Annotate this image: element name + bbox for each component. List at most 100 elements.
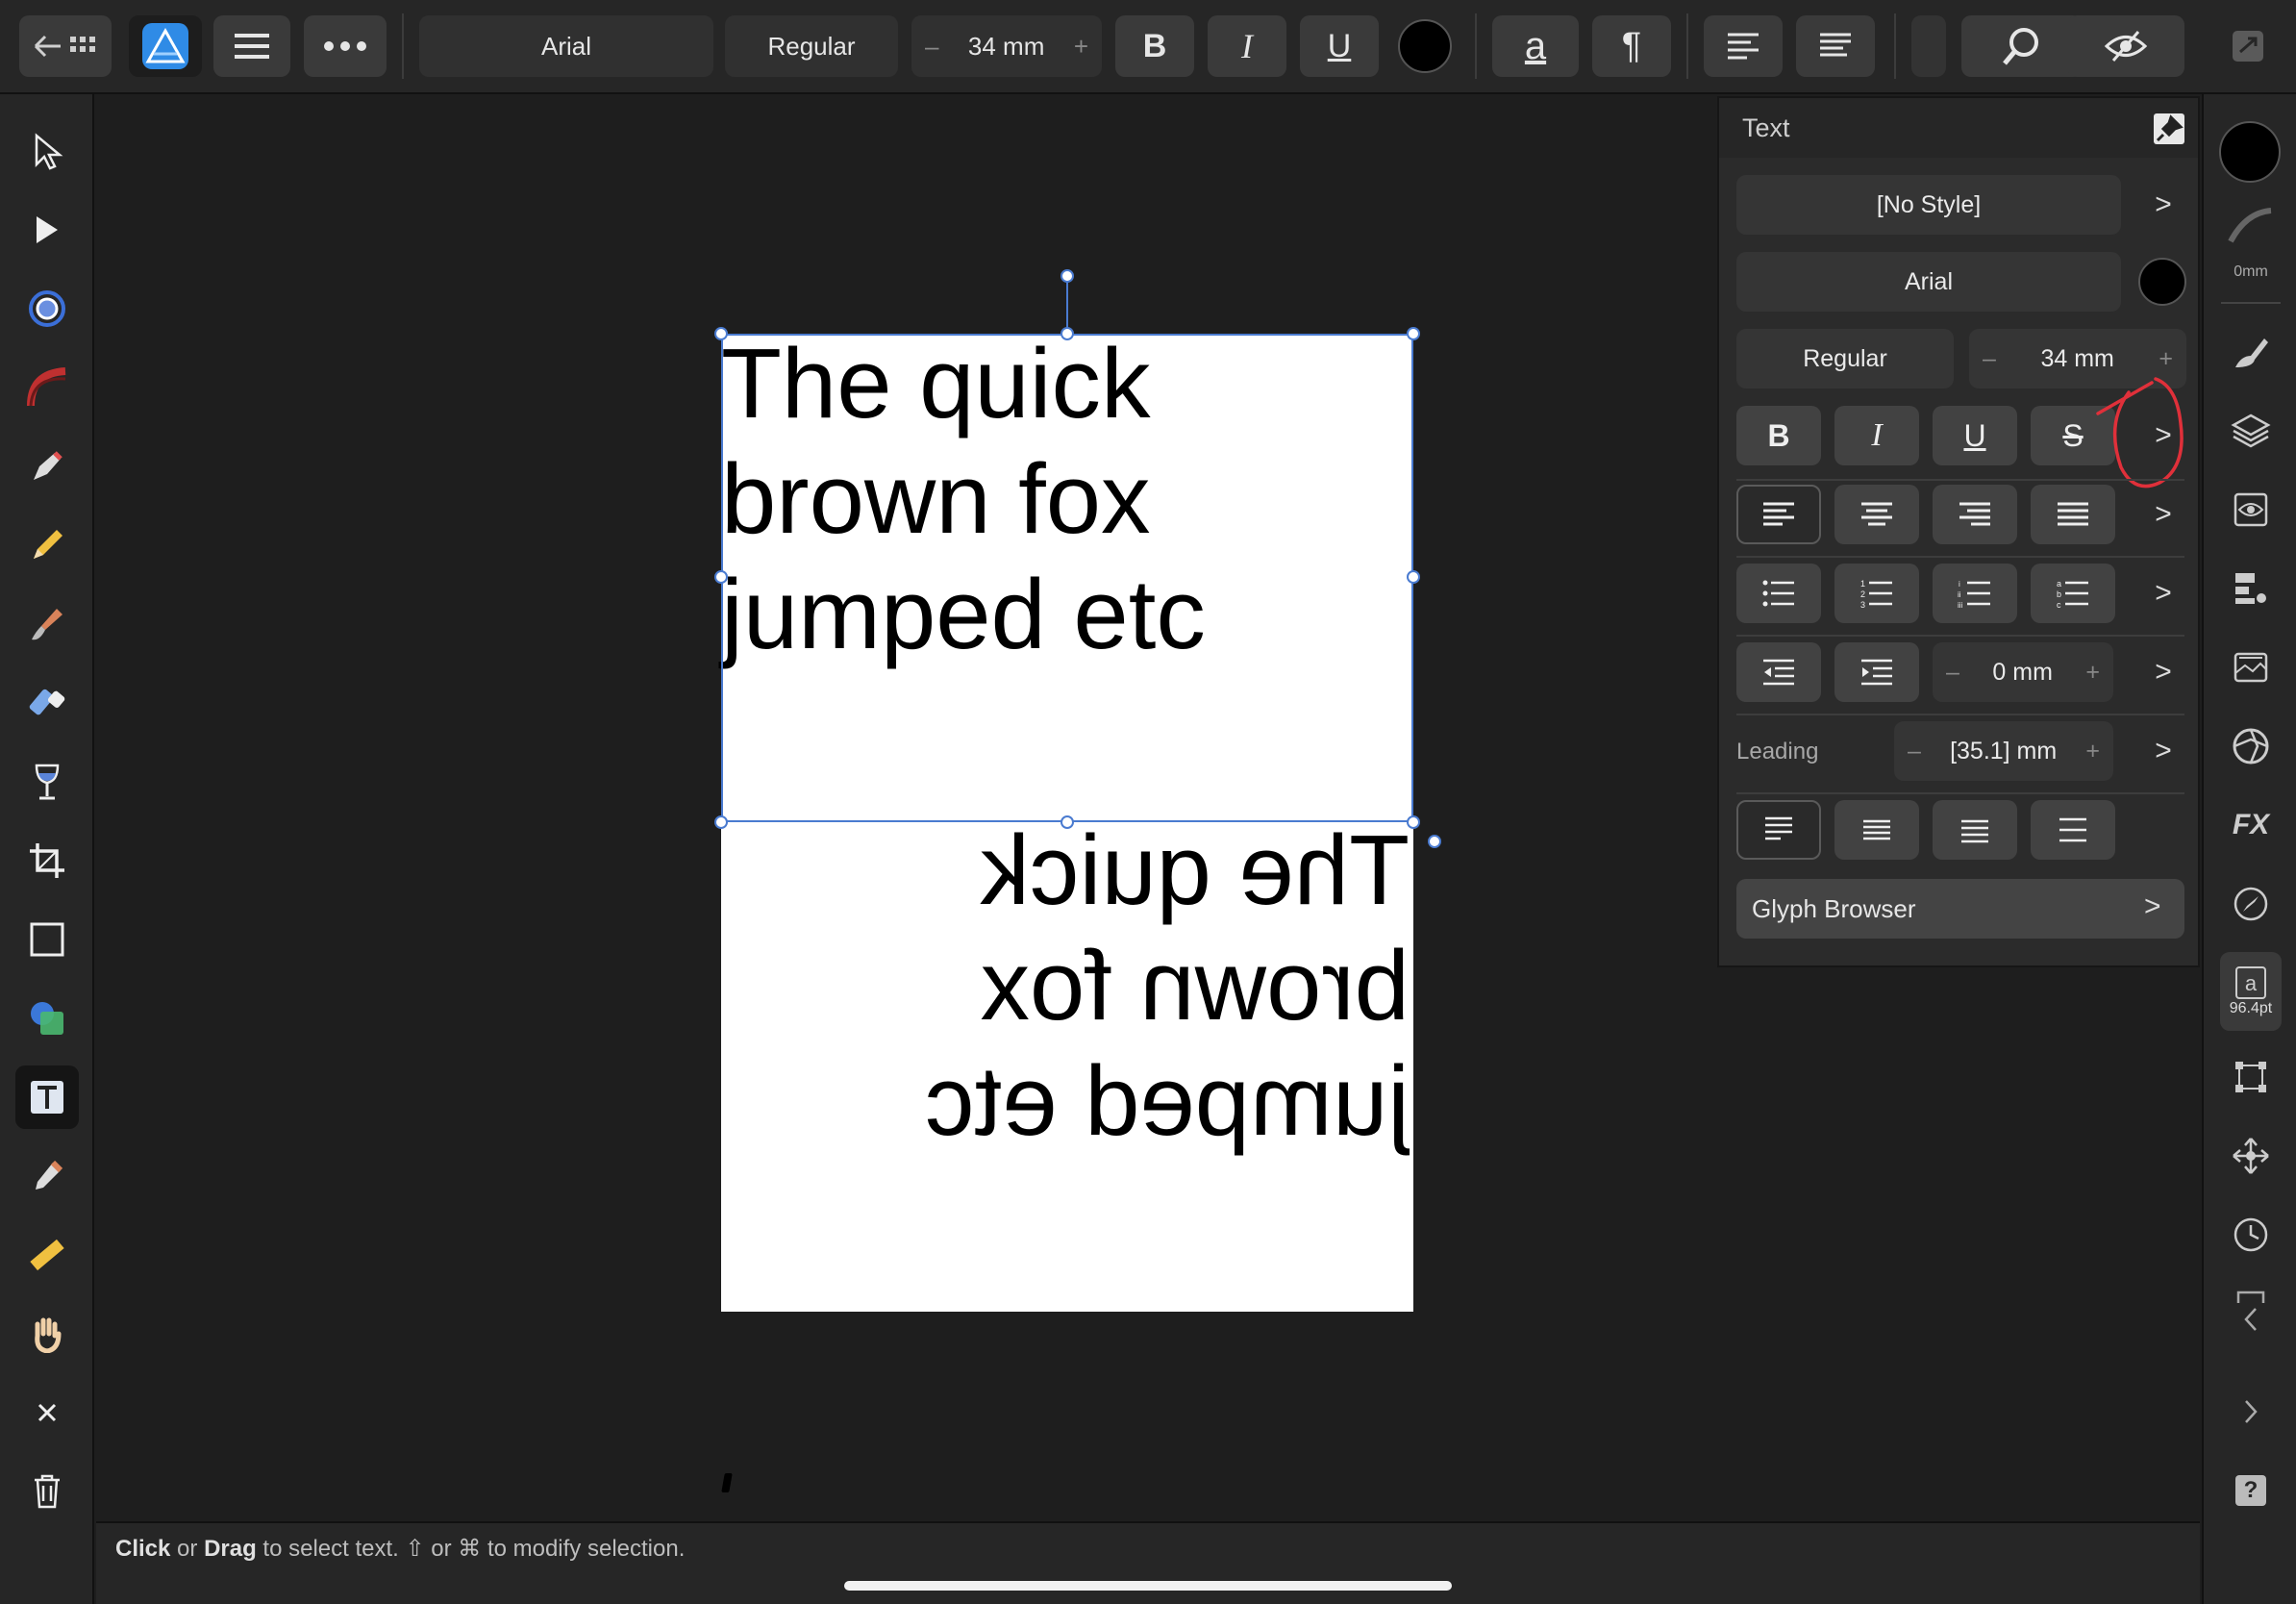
back-to-documents-button[interactable] [19,15,112,77]
vertical-align-button[interactable] [1796,15,1875,77]
pencil-tool[interactable] [15,514,79,577]
resize-handle-left[interactable] [714,570,728,584]
leading-chevron[interactable]: > [2144,721,2183,781]
corner-tool[interactable] [15,277,79,340]
help-button[interactable]: ? [2220,1460,2282,1521]
lists-chevron[interactable]: > [2144,564,2183,623]
indent-chevron[interactable]: > [2144,642,2183,702]
vertical-align-top-button[interactable] [1736,800,1821,860]
panel-align-left-button[interactable] [1736,485,1821,544]
bullet-list-button[interactable] [1736,564,1821,623]
italic-button[interactable]: I [1208,15,1286,77]
font-size-decrement[interactable]: – [925,32,938,62]
history-panel-button[interactable] [2220,1204,2282,1266]
text-style-chevron[interactable]: > [2144,175,2183,235]
move-tool[interactable] [15,119,79,183]
resize-handle-top-right[interactable] [1407,327,1420,340]
roman-list-button[interactable]: i ii iii [1933,564,2017,623]
shape-tool[interactable] [15,987,79,1050]
paragraph-panel-button[interactable]: ¶ [1592,15,1671,77]
mirrored-text-frame[interactable]: The quick brown fox jumped etc [871,813,1410,1159]
resize-handle-bottom-left[interactable] [714,815,728,829]
leading-decrement[interactable]: – [1908,738,1921,765]
view-mode-button[interactable] [2067,15,2184,77]
resize-handle-top[interactable] [1061,327,1074,340]
text-color-swatch[interactable] [1398,19,1452,73]
pencil-curve-tool[interactable] [15,356,79,419]
bold-button[interactable]: B [1115,15,1194,77]
pen-tool[interactable] [15,435,79,498]
panel-align-right-button[interactable] [1933,485,2017,544]
increase-indent-button[interactable] [1834,642,1919,702]
vector-brush-tool[interactable] [15,592,79,656]
collapse-strip-button[interactable] [2220,1273,2282,1350]
artistic-text-tool[interactable] [15,1065,79,1129]
numbered-list-button[interactable]: 123 [1834,564,1919,623]
color-panel-button[interactable] [2220,715,2282,777]
more-button[interactable] [304,15,387,77]
resize-handle-right[interactable] [1407,570,1420,584]
alignment-chevron[interactable]: > [2144,485,2183,544]
character-panel-button[interactable]: a [1492,15,1579,77]
panel-bold-button[interactable]: B [1736,406,1821,465]
delete-button[interactable] [15,1460,79,1523]
measure-tool[interactable] [15,1223,79,1287]
leading-stepper[interactable]: – [35.1] mm + [1894,721,2113,781]
resize-handle-bottom-right[interactable] [1407,815,1420,829]
resize-handle-top-left[interactable] [714,327,728,340]
view-tool[interactable] [15,1302,79,1366]
vertical-align-bottom-button[interactable] [1933,800,2017,860]
node-tool[interactable] [15,198,79,262]
vertical-align-middle-button[interactable] [1834,800,1919,860]
layers-panel-button[interactable] [2220,400,2282,462]
panel-font-style-field[interactable]: Regular [1736,329,1954,388]
fill-color-swatch[interactable] [2219,121,2281,183]
text-styles-panel-button[interactable]: a 96.4pt [2220,952,2282,1031]
text-style-field[interactable]: [No Style] [1736,175,2121,235]
underline-button[interactable]: U [1300,15,1379,77]
panel-font-color-swatch[interactable] [2138,258,2186,306]
crop-tool[interactable] [15,829,79,892]
panel-justify-button[interactable] [2031,485,2115,544]
designer-persona-button[interactable] [129,15,202,77]
align-left-button[interactable] [1704,15,1783,77]
rectangle-tool[interactable] [15,908,79,971]
navigator-panel-button[interactable] [2220,873,2282,935]
assets-panel-button[interactable] [2220,637,2282,698]
panel-underline-button[interactable]: U [1933,406,2017,465]
lettered-list-button[interactable]: abc [2031,564,2115,623]
transform-panel-button[interactable] [2220,1046,2282,1108]
panel-italic-button[interactable]: I [1834,406,1919,465]
expand-strip-button[interactable] [2220,1381,2282,1442]
font-size-stepper[interactable]: – 34 mm + [911,15,1102,77]
close-tool-button[interactable] [15,1381,79,1444]
appearance-panel-button[interactable] [2220,479,2282,540]
effects-panel-button[interactable]: FX [2220,794,2282,856]
font-style-field[interactable]: Regular [725,15,898,77]
zoom-button[interactable] [1961,15,2083,77]
indent-increment[interactable]: + [2085,659,2100,687]
text-flow-handle[interactable] [1428,835,1441,848]
fill-tool[interactable] [15,671,79,735]
vertical-justify-button[interactable] [2031,800,2115,860]
leading-increment[interactable]: + [2085,738,2100,765]
color-picker-tool[interactable] [15,1144,79,1208]
indent-decrement[interactable]: – [1946,659,1959,687]
snapping-panel-button[interactable] [2220,1125,2282,1187]
transparency-tool[interactable] [15,750,79,814]
glyph-browser-button[interactable]: Glyph Browser > [1736,879,2184,939]
decrease-indent-button[interactable] [1736,642,1821,702]
resize-handle-bottom[interactable] [1061,815,1074,829]
panel-align-center-button[interactable] [1834,485,1919,544]
brushes-panel-button[interactable] [2220,321,2282,383]
panel-size-decrement[interactable]: – [1983,345,1996,373]
pin-panel-button[interactable] [2154,113,2184,144]
stroke-button[interactable] [2220,202,2282,250]
swatches-panel-button[interactable] [2220,558,2282,619]
font-size-increment[interactable]: + [1074,32,1088,62]
fullscreen-button[interactable] [2227,27,2269,65]
menu-button[interactable] [213,15,290,77]
font-family-field[interactable]: Arial [419,15,713,77]
panel-font-family-field[interactable]: Arial [1736,252,2121,312]
indent-stepper[interactable]: – 0 mm + [1933,642,2113,702]
